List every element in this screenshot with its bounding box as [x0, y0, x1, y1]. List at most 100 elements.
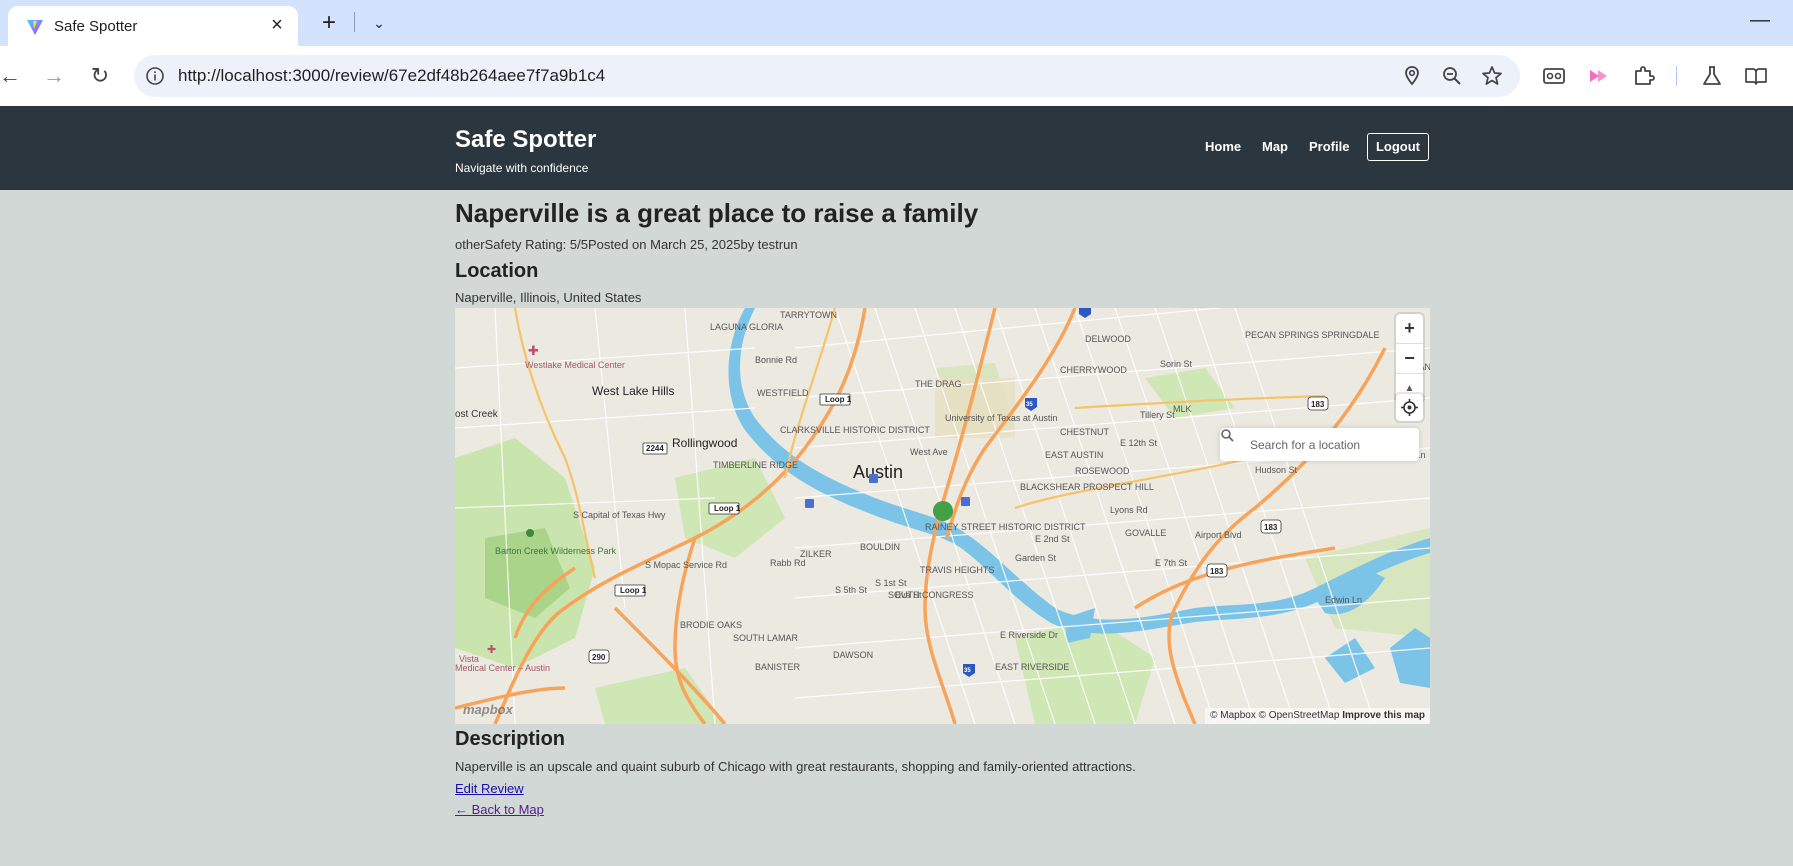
zoom-out-button[interactable]: − — [1396, 344, 1423, 373]
label-austin: Austin — [853, 462, 903, 482]
geolocate-icon — [1401, 399, 1418, 416]
label-eva-st: Eva St — [895, 590, 922, 600]
label-tarrytown: TARRYTOWN — [780, 310, 837, 320]
label-5th-st: S 5th St — [835, 585, 868, 595]
zoom-controls: + − ▲ — [1396, 314, 1423, 402]
edit-review-link[interactable]: Edit Review — [455, 781, 524, 796]
label-capital-tx-hwy: S Capital of Texas Hwy — [573, 510, 666, 520]
zoom-out-icon[interactable] — [1440, 64, 1464, 88]
label-barton-creek: Barton Creek Wilderness Park — [495, 546, 617, 556]
window-minimize-button[interactable]: — — [1745, 8, 1775, 32]
transit-icon — [869, 474, 878, 483]
shield-290: 290 — [592, 653, 606, 662]
attribution-mapbox-link[interactable]: © Mapbox — [1210, 710, 1256, 721]
label-east-riverside: EAST RIVERSIDE — [995, 662, 1069, 672]
tab-close-icon[interactable]: × — [266, 14, 288, 36]
browser-tab[interactable]: Safe Spotter × — [8, 6, 298, 46]
hospital-icon: ✚ — [487, 643, 496, 656]
zoom-in-button[interactable]: + — [1396, 314, 1423, 343]
label-sorin-st: Sorin St — [1160, 359, 1193, 369]
geolocate-button[interactable] — [1396, 394, 1423, 421]
label-timberline: TIMBERLINE RIDGE — [713, 460, 798, 470]
logout-button[interactable]: Logout — [1367, 133, 1429, 161]
url-text[interactable]: http://localhost:3000/review/67e2df48b26… — [178, 66, 605, 86]
browser-tab-bar: Safe Spotter × + ⌄ — — [0, 0, 1793, 46]
brand-title[interactable]: Safe Spotter — [455, 126, 596, 154]
label-e-7th: E 7th St — [1155, 558, 1188, 568]
label-delwood: DELWOOD — [1085, 334, 1131, 344]
label-1st-st: S 1st St — [875, 578, 907, 588]
label-blackshear: BLACKSHEAR PROSPECT HILL — [1020, 482, 1154, 492]
shield-183: 183 — [1311, 400, 1325, 409]
back-to-map-link[interactable]: ← Back to Map — [455, 802, 544, 817]
nav-link-home[interactable]: Home — [1205, 139, 1241, 154]
mapbox-logo[interactable]: mapbox — [463, 702, 513, 717]
vite-favicon-icon — [27, 20, 43, 35]
bookmark-star-icon[interactable] — [1480, 64, 1504, 88]
description-heading: Description — [455, 728, 566, 750]
location-pin-icon[interactable] — [1400, 64, 1424, 88]
label-bonnie-rd: Bonnie Rd — [755, 355, 797, 365]
site-info-icon[interactable] — [142, 63, 168, 89]
label-east-austin: EAST AUSTIN — [1045, 450, 1103, 460]
label-rabb-rd: Rabb Rd — [770, 558, 806, 568]
shield-loop1: Loop 1 — [825, 395, 852, 404]
label-chestnut: CHESTNUT — [1060, 427, 1110, 437]
tab-search-chevron-icon[interactable]: ⌄ — [366, 10, 392, 36]
review-location-marker[interactable] — [933, 501, 953, 521]
label-south-lamar: SOUTH LAMAR — [733, 633, 799, 643]
label-banister: BANISTER — [755, 662, 801, 672]
map-attribution: © Mapbox © OpenStreetMap Improve this ma… — [1205, 708, 1430, 724]
map-canvas[interactable]: TARRYTOWN LAGUNA GLORIA WESTFIELD CLARKS… — [455, 308, 1430, 724]
search-icon — [1221, 429, 1234, 442]
label-westlake-medical: Westlake Medical Center — [525, 360, 625, 370]
tab-title: Safe Spotter — [54, 18, 138, 35]
review-meta: otherSafety Rating: 5/5Posted on March 2… — [455, 237, 798, 252]
location-map[interactable]: TARRYTOWN LAGUNA GLORIA WESTFIELD CLARKS… — [455, 308, 1430, 724]
brand-tagline: Navigate with confidence — [455, 161, 589, 175]
label-e-12th: E 12th St — [1120, 438, 1158, 448]
toolbar-separator — [1676, 66, 1677, 86]
label-cherrywood: CHERRYWOOD — [1060, 365, 1127, 375]
label-rainey: RAINEY STREET HISTORIC DISTRICT — [925, 522, 1086, 532]
label-dawson: DAWSON — [833, 650, 873, 660]
label-edwin-ln: Edwin Ln — [1325, 595, 1362, 605]
label-pecan-springs: PECAN SPRINGS SPRINGDALE — [1245, 330, 1380, 340]
attribution-osm-link[interactable]: © OpenStreetMap — [1259, 710, 1340, 721]
shield-loop1-b: Loop 1 — [714, 504, 741, 513]
reader-extension-icon[interactable] — [1540, 62, 1568, 90]
pink-arrow-extension-icon[interactable] — [1585, 62, 1613, 90]
label-west-ave: West Ave — [910, 447, 948, 457]
label-e-riverside-dr: E Riverside Dr — [1000, 630, 1058, 640]
label-mopac: S Mopac Service Rd — [645, 560, 727, 570]
description-text: Naperville is an upscale and quaint subu… — [455, 759, 1136, 774]
improve-map-link[interactable]: Improve this map — [1342, 710, 1425, 721]
map-search-input[interactable] — [1250, 428, 1415, 461]
shield-35: 35 — [1026, 402, 1033, 408]
hospital-icon: ✚ — [528, 344, 539, 359]
label-bottom-medical: Medical Center – Austin — [455, 663, 550, 673]
shield-2244: 2244 — [646, 444, 664, 453]
back-arrow-icon[interactable]: ← — [0, 62, 24, 90]
shield-183-b: 183 — [1264, 523, 1278, 532]
label-brodie-oaks: BRODIE OAKS — [680, 620, 742, 630]
forward-arrow-icon[interactable]: → — [40, 62, 68, 90]
label-rollingwood: Rollingwood — [672, 436, 737, 450]
nav-link-profile[interactable]: Profile — [1309, 139, 1349, 154]
reload-icon[interactable]: ↻ — [86, 62, 114, 90]
extensions-puzzle-icon[interactable] — [1630, 62, 1658, 90]
label-airport-blvd: Airport Blvd — [1195, 530, 1242, 540]
label-west-creek: ost Creek — [455, 409, 499, 420]
shield-183-c: 183 — [1210, 567, 1224, 576]
reading-list-icon[interactable] — [1742, 62, 1770, 90]
address-bar[interactable]: http://localhost:3000/review/67e2df48b26… — [134, 55, 1520, 97]
label-laguna-gloria: LAGUNA GLORIA — [710, 322, 783, 332]
label-lyons-rd: Lyons Rd — [1110, 505, 1148, 515]
shield-35-b: 35 — [964, 668, 971, 674]
label-e-2nd: E 2nd St — [1035, 534, 1070, 544]
new-tab-button[interactable]: + — [316, 10, 342, 36]
labs-flask-icon[interactable] — [1698, 62, 1726, 90]
label-clarksville: CLARKSVILLE HISTORIC DISTRICT — [780, 425, 930, 435]
nav-link-map[interactable]: Map — [1262, 139, 1288, 154]
site-header: Safe Spotter Navigate with confidence Ho… — [0, 106, 1793, 190]
